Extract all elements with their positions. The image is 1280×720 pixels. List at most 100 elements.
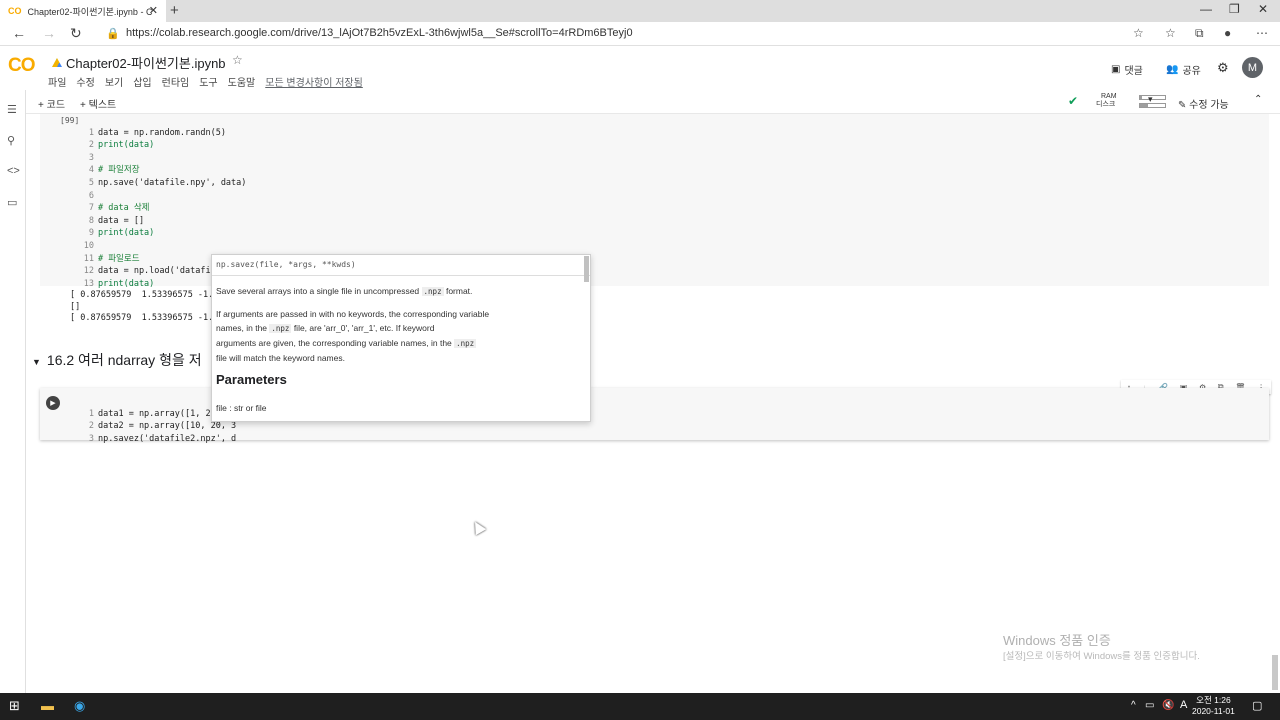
activation-watermark-text: [설정]으로 이동하여 Windows를 정품 인증합니다. <box>1003 651 1200 662</box>
close-tab-icon[interactable]: ✕ <box>149 4 158 17</box>
clock-time: 오전 1:26 <box>1196 695 1231 705</box>
menu-view[interactable]: 보기 <box>105 74 123 89</box>
favorite-star-icon[interactable]: ☆ <box>1133 26 1144 40</box>
reload-icon[interactable]: ↻ <box>70 25 82 42</box>
saved-status[interactable]: 모든 변경사항이 저장됨 <box>265 74 363 89</box>
code-snippets-icon[interactable]: <> <box>7 165 20 177</box>
minimize-icon[interactable]: — <box>1200 2 1212 16</box>
cell1-output: [ 0.87659579 1.53396575 -1.27[][ 0.87659… <box>70 290 224 325</box>
menu-file[interactable]: 파일 <box>48 74 66 89</box>
url-field[interactable]: https://colab.research.google.com/drive/… <box>126 27 633 39</box>
code-line: 8 data = [] <box>88 215 145 226</box>
tooltip-body: Save several arrays into a single file i… <box>212 276 590 421</box>
new-tab-icon[interactable]: + <box>170 2 179 19</box>
disk-label: 디스크 <box>1096 101 1116 108</box>
code-line: 5 np.save('datafile.npy', data) <box>88 177 247 188</box>
settings-gear-icon[interactable]: ⚙ <box>1217 60 1229 76</box>
runtime-dropdown-icon[interactable]: ▾ <box>1148 94 1153 105</box>
volume-icon[interactable]: 🔇 <box>1162 700 1174 711</box>
tooltip-params-heading: Parameters <box>216 372 287 387</box>
docstring-tooltip[interactable]: np.savez(file, *args, **kwds) Save sever… <box>211 254 591 422</box>
forward-icon[interactable]: → <box>42 25 56 41</box>
code-line: 1 data = np.random.randn(5) <box>88 127 226 138</box>
comment-button[interactable]: ▣ 댓글 <box>1111 62 1143 77</box>
add-text-button[interactable]: + 텍스트 <box>80 96 116 111</box>
lock-icon: 🔒 <box>106 28 120 40</box>
code-line: 6 <box>88 190 94 201</box>
edit-mode-label: 수정 가능 <box>1189 100 1229 111</box>
profile-icon[interactable]: ● <box>1224 26 1231 40</box>
section-heading[interactable]: ▼ 16.2 여러 ndarray 형을 저 <box>32 350 202 370</box>
browser-tab[interactable]: CO Chapter02-파이썬기본.ipynb - C ✕ <box>0 0 166 22</box>
code-line: 2 print(data) <box>88 140 155 151</box>
run-cell-icon[interactable]: ▶ <box>46 396 60 410</box>
maximize-icon[interactable]: ❐ <box>1229 2 1240 16</box>
notebook-title[interactable]: Chapter02-파이썬기본.ipynb <box>52 53 226 72</box>
search-icon[interactable]: ⚲ <box>7 134 15 147</box>
code-line: 9 print(data) <box>88 228 155 239</box>
avatar[interactable]: M <box>1242 57 1263 78</box>
tooltip-summary: Save several arrays into a single file i… <box>216 286 473 296</box>
taskbar-clock[interactable]: 오전 1:26 2020-11-01 <box>1192 695 1235 717</box>
clock-date: 2020-11-01 <box>1192 706 1235 716</box>
folder-icon[interactable]: ▭ <box>7 196 17 209</box>
tooltip-signature: np.savez(file, *args, **kwds) <box>212 255 590 276</box>
disk-fill <box>1140 104 1148 107</box>
edge-browser-icon[interactable]: ◉ <box>74 698 85 714</box>
menu-bar: 파일 수정 보기 삽입 런타임 도구 도움말 모든 변경사항이 저장됨 <box>48 74 373 89</box>
table-of-contents-icon[interactable]: ☰ <box>7 103 17 116</box>
star-icon[interactable]: ☆ <box>232 53 243 67</box>
comment-label: 댓글 <box>1124 66 1143 77</box>
tooltip-paragraph: If arguments are passed in with no keywo… <box>216 309 490 363</box>
activation-watermark-title: Windows 정품 인증 <box>1003 633 1111 648</box>
collapse-header-icon[interactable]: ⌃ <box>1254 94 1262 105</box>
menu-insert[interactable]: 삽입 <box>133 74 151 89</box>
ram-fill <box>1140 96 1142 99</box>
address-bar: ← → ↻ 🔒 https://colab.research.google.co… <box>0 22 1280 46</box>
colab-header: CO Chapter02-파이썬기본.ipynb ☆ 파일 수정 보기 삽입 런… <box>0 46 1280 90</box>
ime-indicator[interactable]: A <box>1180 699 1187 711</box>
menu-help[interactable]: 도움말 <box>228 74 256 89</box>
left-sidebar: ☰ ⚲ <> ▭ <box>0 90 26 693</box>
resource-labels[interactable]: RAM 디스크 <box>1096 93 1117 109</box>
ram-label: RAM <box>1101 93 1117 100</box>
menu-tools[interactable]: 도구 <box>199 74 217 89</box>
notification-icon[interactable]: ▢ <box>1252 699 1262 712</box>
tab-title: Chapter02-파이썬기본.ipynb - C <box>27 6 153 17</box>
execution-count: [99] <box>60 116 80 125</box>
notebook-toolbar: + 코드 + 텍스트 ✔ RAM 디스크 ▾ ✎ 수정 가능 ⌃ <box>26 90 1280 114</box>
colab-logo[interactable]: CO <box>8 55 35 77</box>
collapse-section-icon[interactable]: ▼ <box>32 357 41 367</box>
tooltip-scrollbar[interactable] <box>584 256 589 282</box>
comment-icon: ▣ <box>1111 64 1121 75</box>
tray-chevron-icon[interactable]: ^ <box>1131 700 1136 711</box>
drive-icon <box>52 58 62 67</box>
page-scrollbar[interactable] <box>1272 655 1278 690</box>
output-line: [] <box>70 301 81 312</box>
windows-taskbar: ⊞ ▬ ◉ ^ ▭ 🔇 A 오전 1:26 2020-11-01 ▢ <box>0 693 1280 720</box>
back-icon[interactable]: ← <box>12 25 26 41</box>
edit-mode-button[interactable]: ✎ 수정 가능 <box>1178 96 1229 111</box>
add-code-button[interactable]: + 코드 <box>38 96 65 111</box>
share-label: 공유 <box>1182 66 1201 77</box>
windows-start-icon[interactable]: ⊞ <box>9 698 20 714</box>
share-button[interactable]: 👥 공유 <box>1166 62 1201 77</box>
code-line: 2 data2 = np.array([10, 20, 3 <box>88 421 237 432</box>
menu-edit[interactable]: 수정 <box>76 74 94 89</box>
more-icon[interactable]: ⋯ <box>1256 26 1268 40</box>
menu-runtime[interactable]: 런타임 <box>162 74 190 89</box>
browser-tab-bar: CO Chapter02-파이썬기본.ipynb - C ✕ + — ❐ ✕ <box>0 0 1280 22</box>
output-line: [ 0.87659579 1.53396575 -1.27 <box>70 313 224 323</box>
pencil-icon: ✎ <box>1178 100 1187 111</box>
code-line: 3 <box>88 152 94 163</box>
section-title: 16.2 여러 ndarray 형을 저 <box>46 352 202 368</box>
collections-icon[interactable]: ⧉ <box>1195 26 1204 41</box>
network-icon[interactable]: ▭ <box>1145 700 1154 711</box>
code-line: 10 <box>83 240 94 251</box>
close-window-icon[interactable]: ✕ <box>1258 2 1268 16</box>
code-line: 4 # 파일저장 <box>88 165 140 176</box>
share-icon: 👥 <box>1166 64 1179 75</box>
code-line: 3 np.savez('datafile2.npz', d <box>88 433 237 444</box>
file-explorer-icon[interactable]: ▬ <box>41 698 54 713</box>
favorites-icon[interactable]: ☆ <box>1165 26 1176 40</box>
